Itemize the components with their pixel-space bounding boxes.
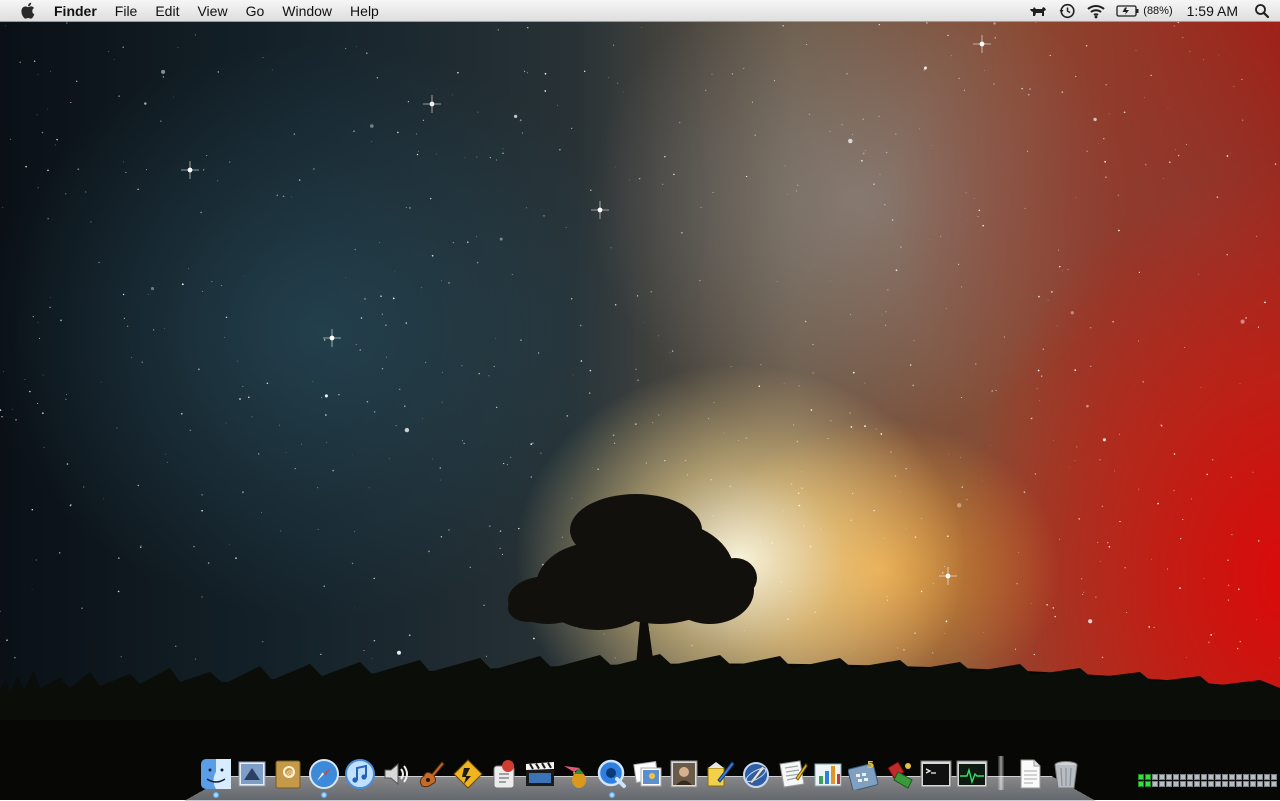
numbers-icon[interactable] — [812, 758, 844, 790]
activity-monitor-icon[interactable] — [956, 758, 988, 790]
menu-bar: Finder File Edit View Go Window Help (88… — [0, 0, 1280, 22]
trash-icon[interactable] — [1050, 758, 1082, 790]
meter-cell — [1201, 781, 1207, 787]
meter-cell — [1222, 774, 1228, 780]
paint-icon[interactable] — [704, 758, 736, 790]
meter-cell — [1138, 781, 1144, 787]
meter-cell — [1187, 781, 1193, 787]
audio-icon[interactable] — [380, 758, 412, 790]
meter-cell — [1152, 781, 1158, 787]
svg-text:5: 5 — [867, 760, 874, 771]
menu-go[interactable]: Go — [237, 0, 274, 22]
meter-cell — [1208, 774, 1214, 780]
documents-stack-icon[interactable] — [1014, 758, 1046, 790]
meter-cell — [1264, 774, 1270, 780]
meter-cell — [1194, 781, 1200, 787]
meter-cell — [1159, 774, 1165, 780]
spotlight-icon[interactable] — [1254, 0, 1270, 22]
meter-cell — [1173, 781, 1179, 787]
meter-cell — [1152, 774, 1158, 780]
meter-cell — [1236, 781, 1242, 787]
meter-cell — [1243, 781, 1249, 787]
menu-window[interactable]: Window — [273, 0, 341, 22]
meter-cell — [1180, 774, 1186, 780]
time-machine-icon[interactable] — [1058, 0, 1076, 22]
meter-cell — [1236, 774, 1242, 780]
menu-file[interactable]: File — [106, 0, 147, 22]
meter-cell — [1194, 774, 1200, 780]
meter-cell — [1264, 781, 1270, 787]
meter-cell — [1222, 781, 1228, 787]
address-book-icon[interactable]: @ — [272, 758, 304, 790]
menu-finder[interactable]: Finder — [45, 0, 106, 22]
garageband-icon[interactable] — [416, 758, 448, 790]
adium-icon[interactable] — [560, 758, 592, 790]
meter-cell — [1187, 774, 1193, 780]
meter-cell — [1138, 774, 1144, 780]
menu-help[interactable]: Help — [341, 0, 388, 22]
meter-cell — [1271, 774, 1277, 780]
meter-cell — [1250, 781, 1256, 787]
dock: @ 5 — [200, 750, 1086, 798]
calculator-icon[interactable]: 5 — [848, 758, 880, 790]
meter-cell — [1229, 774, 1235, 780]
meter-cell — [1215, 774, 1221, 780]
running-indicator — [609, 792, 615, 798]
tree-and-grass — [0, 494, 1280, 800]
terminal-icon[interactable] — [920, 758, 952, 790]
imovie-icon[interactable] — [524, 758, 556, 790]
menubar-clock[interactable]: 1:59 AM — [1187, 3, 1238, 19]
dock-separator — [998, 756, 1004, 790]
meter-cell — [1145, 774, 1151, 780]
meter-cell — [1173, 774, 1179, 780]
running-indicator — [213, 792, 219, 798]
meter-cell — [1271, 781, 1277, 787]
meter-cell — [1215, 781, 1221, 787]
meter-cell — [1243, 774, 1249, 780]
wifi-icon[interactable] — [1086, 0, 1106, 22]
safari-icon[interactable] — [308, 758, 340, 798]
quicktime-icon[interactable] — [596, 758, 628, 798]
battery-icon[interactable]: (88%) — [1116, 0, 1173, 22]
running-indicator — [321, 792, 327, 798]
meter-cell — [1201, 774, 1207, 780]
meter-cell — [1257, 781, 1263, 787]
meter-cell — [1180, 781, 1186, 787]
desktop-wallpaper — [0, 0, 1280, 800]
battery-percentage: (88%) — [1143, 4, 1173, 17]
meter-cell — [1208, 781, 1214, 787]
photo-booth-icon[interactable] — [668, 758, 700, 790]
meter-cell — [1229, 781, 1235, 787]
svg-text:@: @ — [286, 769, 294, 778]
iphoto-icon[interactable] — [632, 758, 664, 790]
vlc-icon[interactable] — [452, 758, 484, 790]
finder-icon[interactable] — [200, 758, 232, 798]
meter-cell — [1166, 774, 1172, 780]
script-editor-icon[interactable] — [488, 758, 520, 790]
meter-cell — [1250, 774, 1256, 780]
dog-icon[interactable] — [1028, 0, 1048, 22]
xcode-icon[interactable] — [740, 758, 772, 790]
pages-icon[interactable] — [776, 758, 808, 790]
menu-edit[interactable]: Edit — [146, 0, 188, 22]
apple-menu-icon[interactable] — [18, 2, 36, 20]
meter-cell — [1166, 781, 1172, 787]
meter-cell — [1159, 781, 1165, 787]
spaces-indicator[interactable] — [1138, 774, 1277, 787]
meter-cell — [1145, 781, 1151, 787]
dictionary-icon[interactable] — [884, 758, 916, 790]
itunes-icon[interactable] — [344, 758, 376, 790]
menu-view[interactable]: View — [188, 0, 236, 22]
mail-icon[interactable] — [236, 758, 268, 790]
meter-cell — [1257, 774, 1263, 780]
